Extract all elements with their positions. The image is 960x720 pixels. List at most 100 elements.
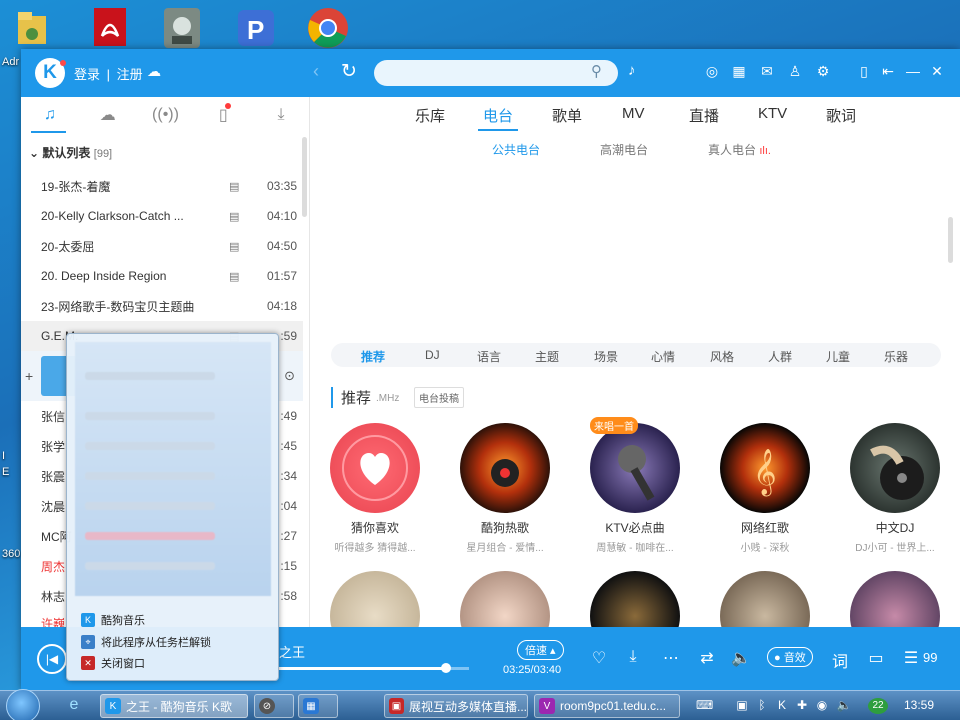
search-input[interactable] — [374, 60, 618, 86]
category-item[interactable]: 语言 — [477, 348, 501, 365]
sidebar-scrollbar[interactable] — [302, 137, 307, 217]
track-row[interactable]: 20. Deep Inside Region ▤ 01:57 — [21, 261, 303, 291]
category-item[interactable]: 风格 — [710, 348, 734, 365]
bluetooth-icon[interactable]: ᛒ — [754, 698, 770, 714]
jump-unpin[interactable]: ⌖ 将此程序从任务栏解锁 — [81, 634, 211, 650]
clock[interactable]: 13:59 — [904, 698, 934, 712]
desktop-app-icon[interactable] — [158, 4, 206, 52]
station-card[interactable]: 𝄞 网络红歌 小贱 - 深秋 — [710, 423, 820, 554]
refresh-icon[interactable]: ↻ — [341, 60, 357, 83]
cloud-icon[interactable]: ☁ — [79, 97, 137, 133]
voice-search-icon[interactable]: ♪ — [628, 62, 636, 79]
taskbar-app[interactable]: ▦ — [298, 694, 338, 718]
category-item[interactable]: 心情 — [651, 348, 675, 365]
keyboard-icon[interactable]: ⌨ — [696, 698, 713, 714]
dj-turntable-disc-icon[interactable] — [850, 423, 940, 513]
mobile-icon[interactable]: ▯ — [855, 63, 873, 80]
music-note-icon[interactable]: ♫ — [21, 97, 79, 133]
download-icon[interactable]: ⤓ — [623, 648, 643, 666]
playlist-header[interactable]: ⌄ 默认列表 [99] — [29, 144, 112, 161]
network-tray-icon[interactable]: ◉ — [814, 698, 830, 714]
tab-playlists[interactable]: 歌单 — [552, 105, 582, 126]
speed-button[interactable]: 倍速 ▴ — [517, 640, 564, 660]
playlist-queue-icon[interactable]: ☰ — [901, 648, 921, 668]
taskbar-app[interactable]: ⊘ — [254, 694, 294, 718]
category-item[interactable]: 推荐 — [361, 348, 385, 365]
settings-icon[interactable]: ⚙ — [814, 63, 832, 80]
tray-badge[interactable]: 22 — [868, 698, 888, 714]
repeat-mode-icon[interactable]: ⇄ — [697, 648, 717, 668]
ie-icon[interactable]: e — [66, 696, 82, 713]
login-link[interactable]: 登录 — [74, 67, 100, 82]
subtab-public-radio[interactable]: 公共电台 — [492, 141, 540, 158]
category-item[interactable]: DJ — [425, 348, 440, 362]
tab-ktv[interactable]: KTV — [758, 105, 787, 122]
add-icon[interactable]: + — [25, 368, 33, 384]
download-icon[interactable]: ⤓ — [252, 97, 310, 133]
content-scrollbar[interactable] — [948, 217, 953, 263]
station-card[interactable]: 猜你喜欢 听得越多 猜得越... — [320, 423, 430, 554]
radio-icon[interactable]: ((•)) — [137, 97, 195, 133]
track-row[interactable]: 20-太委屈 ▤ 04:50 — [21, 231, 303, 261]
cloud-sync-icon[interactable]: ☁ — [147, 63, 161, 80]
mv-icon[interactable]: ▤ — [229, 240, 243, 253]
tray-app-icon[interactable]: ▣ — [734, 698, 750, 714]
volume-icon[interactable]: 🔈 — [731, 648, 751, 668]
mv-icon[interactable]: ▤ — [229, 270, 243, 283]
progress-bar[interactable] — [279, 663, 469, 673]
submit-station-button[interactable]: 电台投稿 — [414, 387, 464, 408]
more-options-icon[interactable]: ⋯ — [661, 648, 681, 668]
desktop-chrome-icon[interactable] — [304, 4, 352, 52]
kugou-tray-icon[interactable]: K — [774, 698, 790, 714]
tab-lyrics[interactable]: 歌词 — [826, 105, 856, 126]
apps-icon[interactable]: ▦ — [730, 63, 748, 80]
desktop-p-app-icon[interactable]: P — [232, 4, 280, 52]
jump-open-kugou[interactable]: K 酷狗音乐 — [81, 612, 145, 628]
previous-track-icon[interactable]: |◀ — [37, 644, 67, 674]
category-item[interactable]: 乐器 — [884, 348, 908, 365]
desktop-pdf-icon[interactable] — [86, 4, 134, 52]
sound-effect-button[interactable]: ● 音效 — [767, 647, 813, 667]
subtab-climax-radio[interactable]: 高潮电台 — [600, 141, 648, 158]
microphone-disc-icon[interactable] — [590, 423, 680, 513]
lyrics-button[interactable]: 词 — [830, 648, 850, 672]
security-tray-icon[interactable]: ✚ — [794, 698, 810, 714]
game-icon[interactable]: ◎ — [703, 63, 721, 80]
station-card[interactable]: 酷狗热歌 星月组合 - 爱情... — [450, 423, 560, 554]
start-button[interactable] — [6, 689, 40, 720]
skin-icon[interactable]: ♙ — [786, 63, 804, 80]
category-item[interactable]: 场景 — [594, 348, 618, 365]
track-row[interactable]: 20-Kelly Clarkson-Catch ... ▤ 04:10 — [21, 201, 303, 231]
fire-disc-icon[interactable] — [460, 423, 550, 513]
mini-mode-icon[interactable]: ⇤ — [879, 63, 897, 80]
station-card[interactable]: 中文DJ DJ小可 - 世界上... — [840, 423, 950, 554]
taskbar-browser[interactable]: V room9pc01.tedu.c... — [534, 694, 680, 718]
more-icon[interactable]: ⊙ — [284, 368, 295, 384]
progress-knob[interactable] — [441, 663, 452, 673]
volume-tray-icon[interactable]: 🔈 — [836, 698, 852, 714]
station-card[interactable]: 来唱一首 KTV必点曲 周慧敏 - 咖啡在... — [580, 417, 690, 554]
close-icon[interactable]: ✕ — [928, 63, 946, 80]
register-link[interactable]: 注册 — [117, 67, 143, 82]
tab-library[interactable]: 乐库 — [415, 105, 445, 126]
mv-icon[interactable]: ▤ — [229, 180, 243, 193]
message-icon[interactable]: ✉ — [758, 63, 776, 80]
category-item[interactable]: 主题 — [535, 348, 559, 365]
track-row[interactable]: 19-张杰-着魔 ▤ 03:35 — [21, 171, 303, 201]
back-icon[interactable]: ‹ — [313, 61, 319, 82]
search-icon[interactable]: ⚲ — [591, 62, 602, 80]
category-item[interactable]: 人群 — [768, 348, 792, 365]
comment-icon[interactable]: ▭ — [866, 648, 886, 668]
device-icon[interactable]: ▯ — [194, 97, 252, 133]
track-row[interactable]: 23-网络歌手-数码宝贝主题曲 04:18 — [21, 291, 303, 321]
taskbar-kugou[interactable]: K 之王 - 酷狗音乐 K歌 — [100, 694, 248, 718]
desktop-folder-icon[interactable] — [8, 4, 56, 52]
window-thumbnail[interactable] — [75, 342, 271, 596]
tab-mv[interactable]: MV — [622, 105, 645, 122]
jump-close-window[interactable]: ✕ 关闭窗口 — [81, 655, 145, 671]
like-heart-icon[interactable]: ♡ — [589, 648, 609, 668]
category-item[interactable]: 儿童 — [826, 348, 850, 365]
mv-icon[interactable]: ▤ — [229, 210, 243, 223]
flame-clef-disc-icon[interactable]: 𝄞 — [720, 423, 810, 513]
tab-live[interactable]: 直播 — [689, 105, 719, 126]
